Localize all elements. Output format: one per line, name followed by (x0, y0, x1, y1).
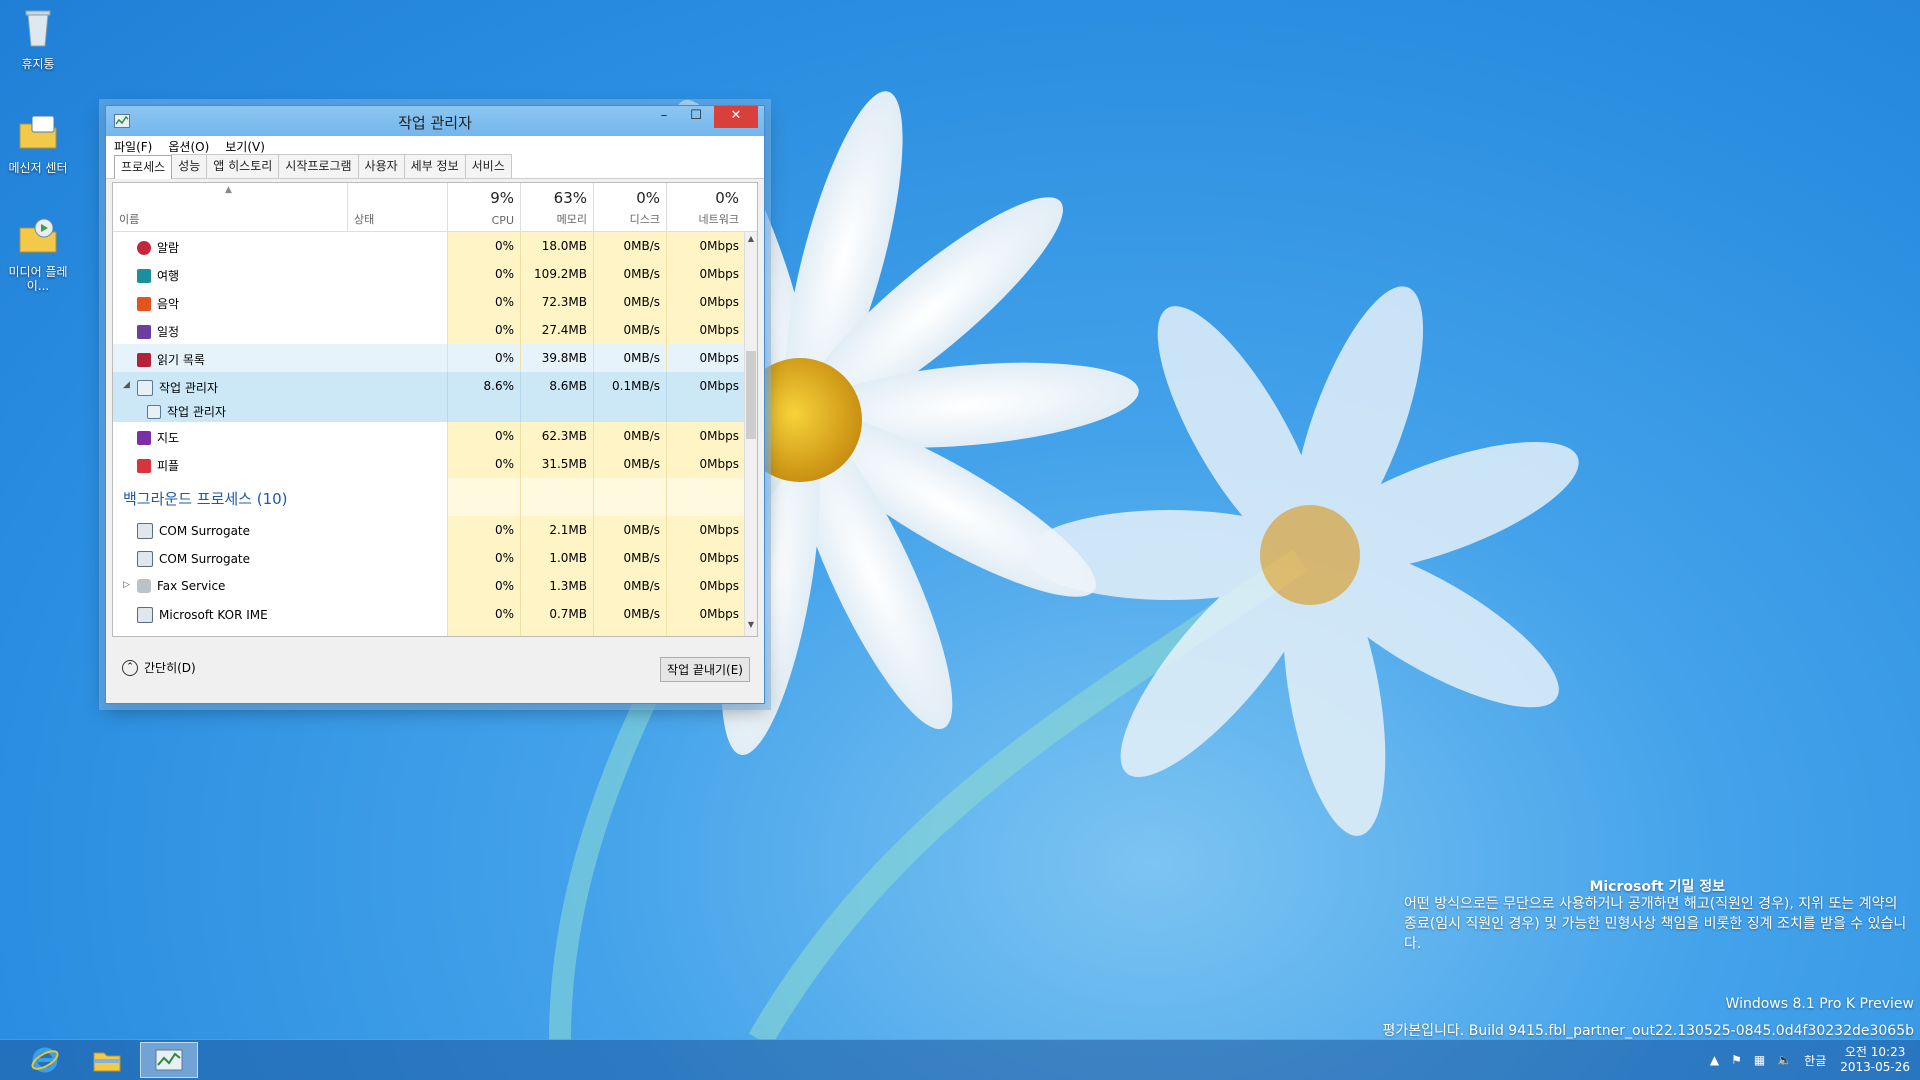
table-row[interactable]: 피플 0% 31.5MB 0MB/s 0Mbps (113, 450, 745, 478)
task-manager-icon (147, 404, 161, 419)
menu-options[interactable]: 옵션(O) (168, 138, 209, 155)
network-icon[interactable]: ▦ (1754, 1053, 1765, 1067)
table-row[interactable]: 읽기 목록 0% 39.8MB 0MB/s 0Mbps (113, 344, 745, 372)
taskbar-internet-explorer[interactable] (16, 1042, 74, 1078)
taskbar-file-explorer[interactable] (78, 1042, 136, 1078)
tab-app-history[interactable]: 앱 히스토리 (206, 154, 280, 178)
expand-arrow-icon[interactable]: ▷ (123, 580, 130, 590)
taskbar-task-manager[interactable] (140, 1042, 198, 1078)
table-row-partial[interactable] (113, 628, 745, 636)
tab-details[interactable]: 세부 정보 (403, 154, 466, 178)
desktop-icon-media-player[interactable]: 미디어 플레이... (0, 214, 78, 293)
task-manager-icon (155, 1049, 183, 1071)
calendar-app-icon (137, 324, 151, 339)
vertical-scrollbar[interactable]: ▲ ▼ (744, 232, 757, 636)
media-player-icon (19, 218, 57, 253)
confidential-body: 어떤 방식으로든 무단으로 사용하거나 공개하면 해고(직원인 경우), 지위 … (1404, 896, 1907, 952)
chevron-up-icon: ⌃ (122, 659, 138, 676)
table-row[interactable]: COM Surrogate 0% 1.0MB 0MB/s 0Mbps (113, 544, 745, 572)
table-row[interactable]: Microsoft KOR IME 0% 0.7MB 0MB/s 0Mbps (113, 600, 745, 628)
table-row[interactable]: 알람 0% 18.0MB 0MB/s 0Mbps (113, 232, 745, 260)
system-tray: ▲ ⚑ ▦ 🔈 한글 오전 10:23 2013-05-26 (1704, 1040, 1920, 1080)
scroll-up-icon[interactable]: ▲ (745, 234, 757, 248)
table-row[interactable]: 지도 0% 62.3MB 0MB/s 0Mbps (113, 422, 745, 450)
music-app-icon (137, 296, 151, 311)
travel-app-icon (137, 268, 151, 283)
column-status[interactable]: 상태 (347, 183, 447, 231)
table-row[interactable]: 음악 0% 72.3MB 0MB/s 0Mbps (113, 288, 745, 316)
scroll-down-icon[interactable]: ▼ (745, 620, 757, 634)
fewer-details-button[interactable]: ⌃ 간단히(D) (122, 659, 196, 676)
collapse-arrow-icon[interactable]: ◢ (123, 380, 130, 390)
table-row[interactable]: ▷ Fax Service 0% 1.3MB 0MB/s 0Mbps (113, 572, 745, 600)
table-row[interactable]: ◢ 작업 관리자 작업 관리자 8.6% 8.6MB 0.1MB/s 0Mbps (113, 372, 745, 422)
task-manager-icon (137, 379, 153, 396)
system-process-icon (137, 607, 153, 623)
build-string: 평가본입니다. Build 9415.fbl_partner_out22.130… (1382, 1023, 1914, 1039)
people-app-icon (137, 458, 151, 473)
column-memory[interactable]: 63% 메모리 (520, 183, 593, 231)
column-name[interactable]: ▲ 이름 (113, 183, 347, 231)
column-disk[interactable]: 0% 디스크 (593, 183, 666, 231)
tab-startup[interactable]: 시작프로그램 (278, 154, 359, 178)
title-bar[interactable]: 작업 관리자 – ☐ ✕ (106, 106, 764, 136)
menu-view[interactable]: 보기(V) (225, 138, 265, 155)
section-header-row: 백그라운드 프로세스 (10) (113, 478, 745, 516)
confidential-title: Microsoft 기밀 정보 (1589, 879, 1725, 895)
tab-performance[interactable]: 성능 (171, 154, 208, 178)
windows-edition: Windows 8.1 Pro K Preview (1725, 996, 1914, 1012)
column-header: ▲ 이름 상태 9% CPU 63% 메모리 0% 디스크 0% 네트워크 (113, 183, 757, 232)
reading-list-app-icon (137, 352, 151, 367)
table-row[interactable]: COM Surrogate 0% 2.1MB 0MB/s 0Mbps (113, 516, 745, 544)
menu-bar: 파일(F) 옵션(O) 보기(V) (106, 136, 764, 156)
clock[interactable]: 오전 10:23 2013-05-26 (1840, 1045, 1910, 1075)
close-button[interactable]: ✕ (714, 106, 758, 128)
system-process-icon (137, 551, 153, 567)
maximize-button[interactable]: ☐ (680, 106, 712, 128)
maps-app-icon (137, 430, 151, 445)
column-network[interactable]: 0% 네트워크 (666, 183, 745, 231)
volume-icon[interactable]: 🔈 (1777, 1053, 1792, 1067)
background-processes-heading: 백그라운드 프로세스 (10) (123, 490, 288, 508)
ime-indicator[interactable]: 한글 (1804, 1052, 1826, 1069)
alarm-app-icon (137, 240, 151, 255)
folder-icon (93, 1052, 121, 1072)
show-hidden-icons-icon[interactable]: ▲ (1710, 1053, 1719, 1067)
tab-strip: 프로세스 성능 앱 히스토리 시작프로그램 사용자 세부 정보 서비스 (106, 154, 764, 179)
taskbar: ▲ ⚑ ▦ 🔈 한글 오전 10:23 2013-05-26 (0, 1039, 1920, 1080)
menu-file[interactable]: 파일(F) (114, 138, 152, 155)
tab-processes[interactable]: 프로세스 (114, 155, 173, 179)
table-row[interactable]: 여행 0% 109.2MB 0MB/s 0Mbps (113, 260, 745, 288)
fax-service-icon (137, 579, 151, 593)
end-task-button[interactable]: 작업 끝내기(E) (660, 657, 750, 682)
desktop-icon-messenger-center[interactable]: 메신저 센터 (0, 110, 78, 175)
table-row[interactable]: 일정 0% 27.4MB 0MB/s 0Mbps (113, 316, 745, 344)
tab-users[interactable]: 사용자 (357, 154, 405, 178)
minimize-button[interactable]: – (648, 106, 680, 128)
messenger-center-icon (19, 115, 57, 149)
scroll-thumb[interactable] (746, 351, 756, 439)
process-list: ▲ 이름 상태 9% CPU 63% 메모리 0% 디스크 0% 네트워크 알람… (112, 182, 758, 637)
window-footer: ⌃ 간단히(D) 작업 끝내기(E) (112, 643, 758, 695)
process-rows: 알람 0% 18.0MB 0MB/s 0Mbps 여행 0% 109.2MB 0… (113, 232, 745, 636)
sort-ascending-icon: ▲ (225, 185, 232, 195)
column-cpu[interactable]: 9% CPU (447, 183, 520, 231)
tab-services[interactable]: 서비스 (464, 154, 512, 178)
system-process-icon (137, 523, 153, 539)
desktop-icon-recycle-bin[interactable]: 휴지통 (0, 6, 78, 71)
action-center-icon[interactable]: ⚑ (1731, 1053, 1742, 1067)
internet-explorer-icon (31, 1047, 59, 1073)
task-manager-window[interactable]: 작업 관리자 – ☐ ✕ 파일(F) 옵션(O) 보기(V) 프로세스 성능 앱… (105, 105, 765, 704)
recycle-bin-icon (25, 10, 51, 47)
